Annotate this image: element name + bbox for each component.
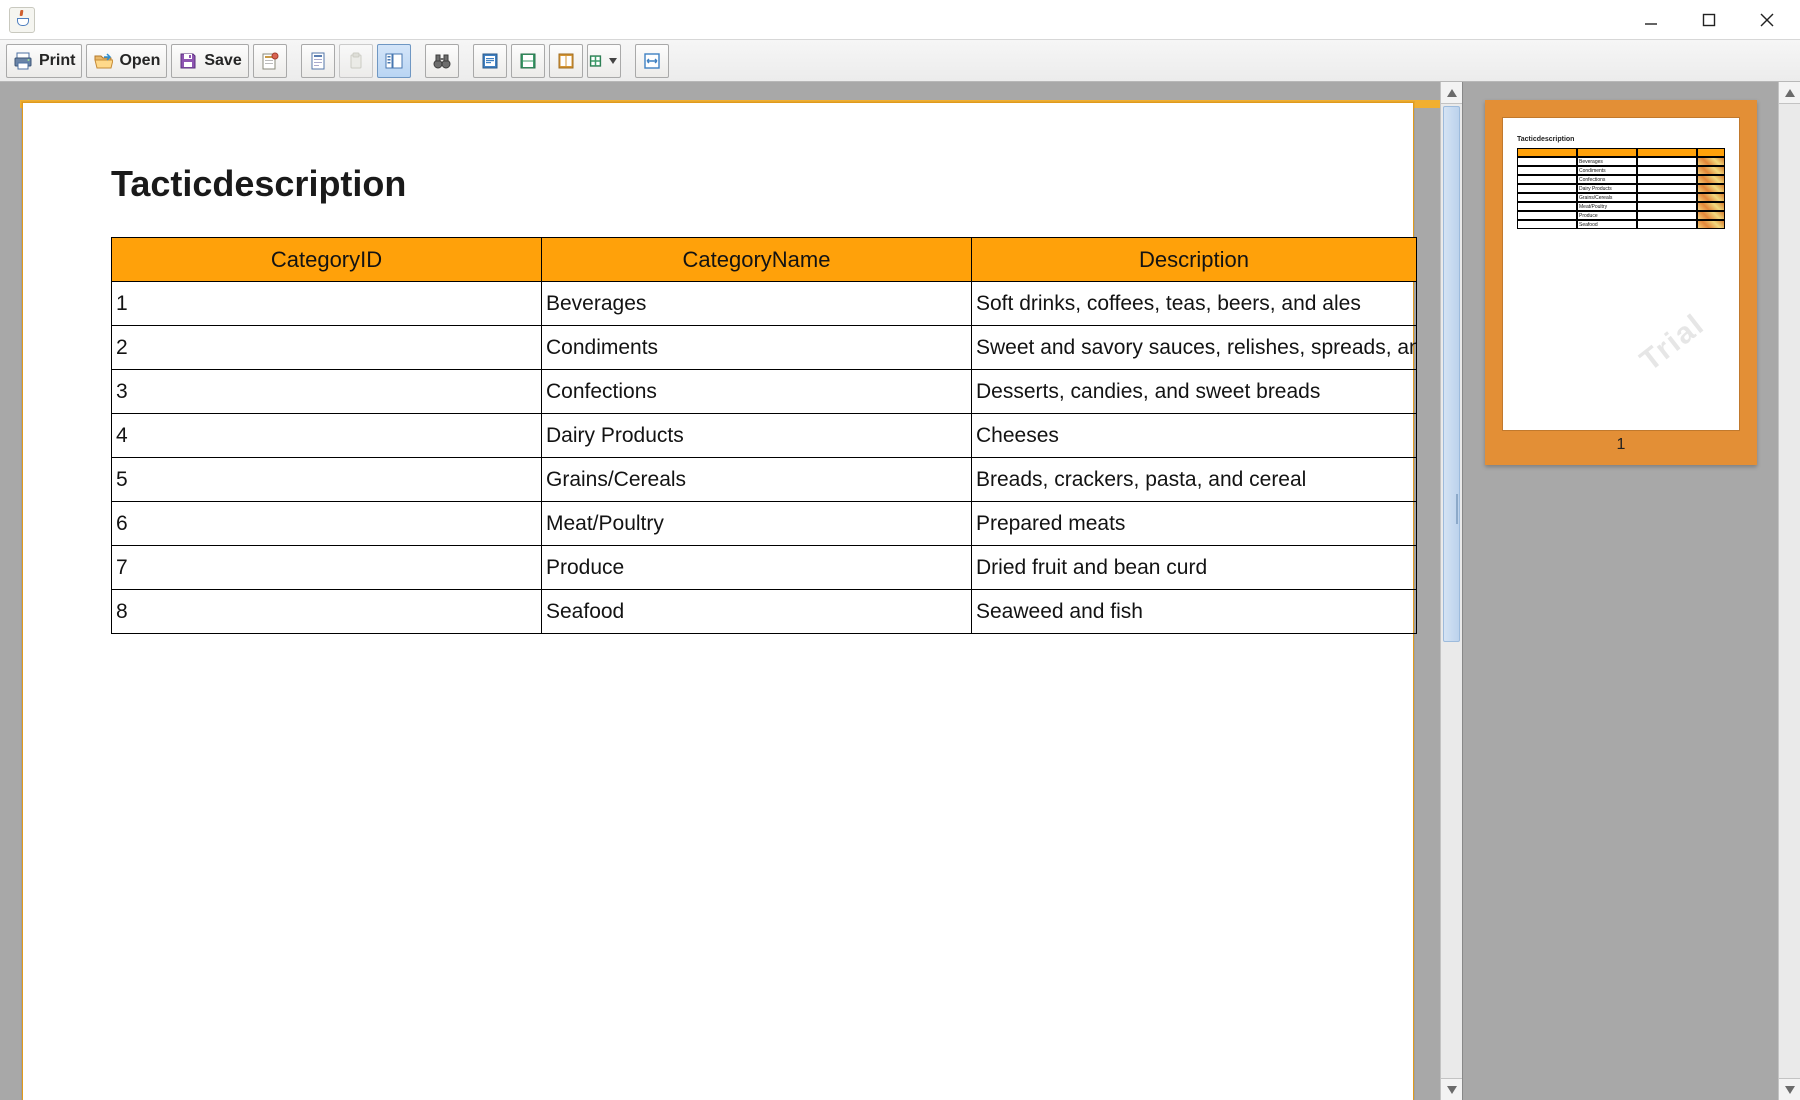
multi-page-button[interactable]	[587, 44, 621, 78]
table-row: 7ProduceDried fruit and bean curd	[112, 546, 1417, 590]
print-icon	[13, 51, 33, 71]
maximize-button[interactable]	[1700, 11, 1718, 29]
binoculars-icon	[432, 51, 452, 71]
title-bar	[0, 0, 1800, 40]
trial-watermark: Trial	[1634, 308, 1711, 379]
open-label: Open	[119, 52, 160, 70]
scroll-track[interactable]	[1779, 104, 1800, 1078]
scroll-up-button[interactable]	[1779, 82, 1800, 104]
table-row: 1BeveragesSoft drinks, coffees, teas, be…	[112, 282, 1417, 326]
scroll-up-button[interactable]	[1441, 82, 1462, 104]
save-button[interactable]: Save	[171, 44, 248, 78]
java-cup-icon	[15, 14, 29, 26]
clipboard-icon	[346, 51, 366, 71]
minimize-button[interactable]	[1642, 11, 1660, 29]
window-controls	[1642, 11, 1794, 29]
col-category-id: CategoryID	[112, 238, 542, 282]
scroll-down-button[interactable]	[1441, 1078, 1462, 1100]
close-button[interactable]	[1758, 11, 1776, 29]
table-row: 4Dairy ProductsCheeses	[112, 414, 1417, 458]
report-page: Tacticdescription CategoryID CategoryNam…	[22, 102, 1414, 1100]
category-table: CategoryID CategoryName Description 1Bev…	[111, 237, 1417, 634]
open-button[interactable]: Open	[86, 44, 167, 78]
single-page-icon	[480, 51, 500, 71]
fit-width-button[interactable]	[635, 44, 669, 78]
table-row: 6Meat/PoultryPrepared meats	[112, 502, 1417, 546]
multi-page-icon	[588, 51, 603, 71]
print-button[interactable]: Print	[6, 44, 82, 78]
document-title: Tacticdescription	[111, 163, 1413, 205]
thumbnail-page: Tacticdescription Beverages Condiments C…	[1503, 118, 1739, 430]
table-header-row: CategoryID CategoryName Description	[112, 238, 1417, 282]
table-row: 5Grains/CerealsBreads, crackers, pasta, …	[112, 458, 1417, 502]
scroll-track[interactable]	[1441, 104, 1462, 1078]
single-page-button[interactable]	[473, 44, 507, 78]
page-setup-icon	[308, 51, 328, 71]
thumb-table: Beverages Condiments Confections Dairy P…	[1517, 148, 1725, 229]
table-row: 8SeafoodSeaweed and fish	[112, 590, 1417, 634]
document-viewport[interactable]: Tacticdescription CategoryID CategoryNam…	[0, 82, 1462, 1100]
fit-width-icon	[642, 51, 662, 71]
bookmarks-toggle-button[interactable]	[377, 44, 411, 78]
find-button[interactable]	[425, 44, 459, 78]
table-row: 2CondimentsSweet and savory sauces, reli…	[112, 326, 1417, 370]
open-folder-icon	[93, 51, 113, 71]
scroll-down-button[interactable]	[1779, 1078, 1800, 1100]
thumbnail-card[interactable]: Tacticdescription Beverages Condiments C…	[1485, 100, 1757, 465]
two-page-button[interactable]	[549, 44, 583, 78]
table-row: 3ConfectionsDesserts, candies, and sweet…	[112, 370, 1417, 414]
clipboard-button[interactable]	[339, 44, 373, 78]
toolbar: Print Open Save	[0, 40, 1800, 82]
doc-vertical-scrollbar[interactable]	[1440, 82, 1462, 1100]
thumb-vertical-scrollbar[interactable]	[1778, 82, 1800, 1100]
workspace: Tacticdescription CategoryID CategoryNam…	[0, 82, 1800, 1100]
save-icon	[178, 51, 198, 71]
col-category-name: CategoryName	[542, 238, 972, 282]
two-page-icon	[556, 51, 576, 71]
page-setup-button[interactable]	[301, 44, 335, 78]
print-label: Print	[39, 52, 75, 70]
thumbnail-page-number: 1	[1617, 436, 1626, 454]
scroll-thumb[interactable]	[1443, 106, 1460, 642]
continuous-page-icon	[518, 51, 538, 71]
parameters-button[interactable]	[253, 44, 287, 78]
continuous-page-button[interactable]	[511, 44, 545, 78]
save-label: Save	[204, 52, 241, 70]
col-description: Description	[972, 238, 1417, 282]
dropdown-arrow-icon	[609, 58, 617, 64]
page-wrap: Tacticdescription CategoryID CategoryNam…	[0, 82, 1440, 1100]
bookmarks-panel-icon	[384, 51, 404, 71]
app-icon	[9, 7, 35, 33]
parameters-icon	[260, 51, 280, 71]
thumb-doc-title: Tacticdescription	[1517, 136, 1574, 143]
thumbnail-panel: Tacticdescription Beverages Condiments C…	[1462, 82, 1800, 1100]
